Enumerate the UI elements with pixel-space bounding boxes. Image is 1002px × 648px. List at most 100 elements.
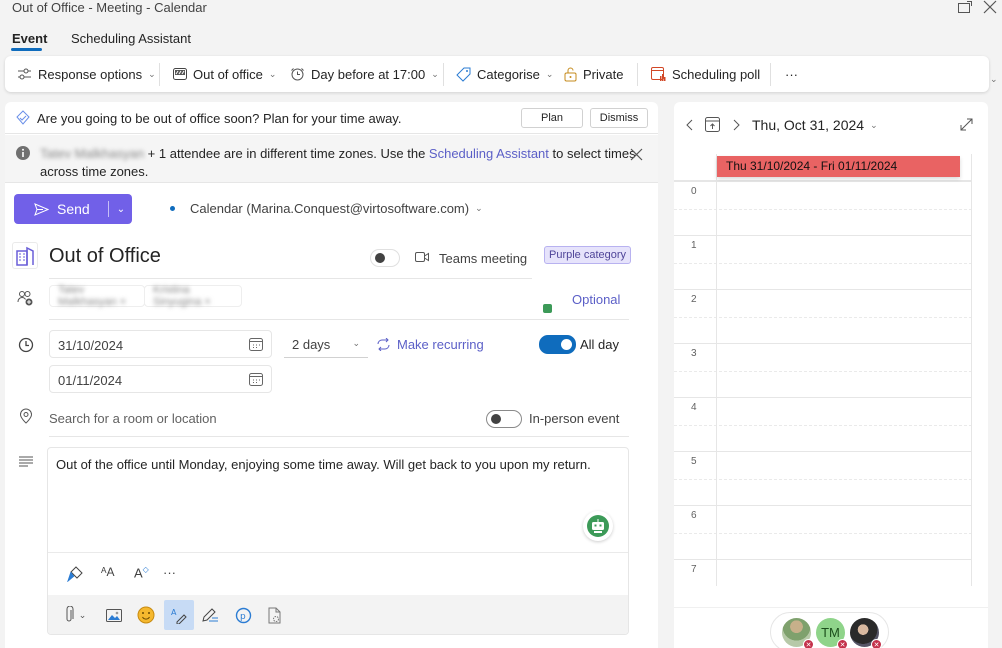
half-hour-line — [674, 479, 971, 480]
close-icon[interactable] — [630, 148, 643, 161]
font-size-icon[interactable]: ᴬA — [101, 565, 114, 579]
hour-row[interactable]: 7 — [674, 559, 971, 586]
duration-dropdown[interactable]: 2 days ⌄ — [284, 330, 368, 358]
svg-text:p: p — [240, 612, 246, 622]
hour-row[interactable]: 6 — [674, 505, 971, 559]
hour-row[interactable]: 4 — [674, 397, 971, 451]
calendar-select[interactable]: Calendar (Marina.Conquest@virtosoftware.… — [190, 201, 483, 216]
avatar[interactable]: ✕ — [782, 618, 814, 648]
ribbon-toolbar: Response options ⌄ Out of office ⌄ Day bef… — [5, 56, 989, 92]
insert-file-button[interactable] — [263, 603, 287, 627]
more-formatting-button[interactable]: ··· — [163, 565, 176, 580]
calendar-icon[interactable] — [249, 338, 263, 351]
building-icon — [16, 246, 34, 266]
teams-meeting-label: Teams meeting — [439, 251, 528, 266]
event-type-icon[interactable] — [12, 242, 38, 269]
sliders-icon — [18, 68, 31, 80]
end-date-input[interactable]: 01/11/2024 — [49, 365, 272, 393]
popout-icon[interactable] — [958, 1, 972, 13]
hour-label: 5 — [691, 456, 697, 467]
all-day-label: All day — [580, 337, 620, 352]
more-options-button[interactable]: ··· — [785, 56, 798, 92]
divider — [443, 63, 444, 86]
half-hour-line — [674, 263, 971, 264]
half-hour-line — [674, 371, 971, 372]
text-lines-icon — [19, 456, 33, 467]
toolbar-expand-chevron-icon[interactable]: ⌄ — [990, 74, 998, 85]
event-title-input[interactable]: Out of Office — [49, 245, 161, 268]
start-date-input[interactable]: 31/10/2024 — [49, 330, 272, 358]
chevron-left-icon[interactable] — [686, 119, 694, 131]
categorise-button[interactable]: Categorise ⌄ — [456, 56, 553, 92]
teams-meeting-toggle[interactable] — [370, 249, 400, 267]
divider — [49, 319, 629, 320]
text-grow-icon[interactable]: A◇ — [134, 565, 149, 580]
hour-row[interactable]: 0 — [674, 181, 971, 235]
attendee-chip[interactable]: Kristina Sinyugina × — [144, 284, 242, 308]
robot-icon — [587, 515, 609, 537]
scheduling-poll-button[interactable]: Scheduling poll — [651, 56, 760, 92]
avatar[interactable]: ✕ — [850, 618, 882, 648]
chevron-right-icon[interactable] — [732, 119, 740, 131]
hour-row[interactable]: 5 — [674, 451, 971, 505]
body-editor: Out of the office until Monday, enjoying… — [47, 447, 629, 635]
chevron-down-icon: ⌄ — [78, 609, 87, 620]
tag-icon — [456, 67, 471, 82]
tab-scheduling-assistant[interactable]: Scheduling Assistant — [71, 31, 191, 46]
plan-button[interactable]: Plan — [521, 108, 583, 128]
ai-assistant-button[interactable] — [583, 511, 613, 541]
spellcheck-icon: A — [171, 608, 187, 624]
divider — [770, 63, 771, 86]
body-text-area[interactable]: Out of the office until Monday, enjoying… — [56, 456, 606, 473]
make-recurring-button[interactable]: Make recurring — [376, 337, 484, 352]
emoji-button[interactable] — [134, 603, 158, 627]
go-to-today-icon[interactable] — [705, 117, 720, 132]
draw-button[interactable] — [198, 603, 222, 627]
attendee-chip[interactable]: Tatev Malkhasyan × — [49, 284, 145, 308]
clock-icon — [18, 337, 34, 353]
scheduling-assistant-link[interactable]: Scheduling Assistant — [429, 146, 549, 161]
attendee-avatar-group[interactable]: ✕ TM ✕ ✕ — [770, 612, 889, 648]
document-icon — [268, 607, 281, 623]
all-day-toggle[interactable] — [539, 335, 576, 354]
attach-file-button[interactable]: ⌄ — [58, 603, 92, 627]
in-person-event-toggle[interactable] — [486, 410, 522, 428]
tab-event[interactable]: Event — [12, 31, 47, 46]
all-day-event-block[interactable]: Thu 31/10/2024 - Fri 01/11/2024 — [717, 156, 960, 177]
hour-row[interactable]: 1 — [674, 235, 971, 289]
day-view-date-picker[interactable]: Thu, Oct 31, 2024 ⌄ — [752, 117, 878, 133]
reminder-dropdown[interactable]: Day before at 17:00 ⌄ — [290, 56, 439, 92]
editor-button[interactable]: A — [164, 600, 194, 630]
hour-row[interactable]: 3 — [674, 343, 971, 397]
timezone-banner: Tatev Malkhasyan + 1 attendee are in dif… — [5, 135, 658, 183]
chevron-down-icon: ⌄ — [475, 203, 483, 213]
category-badge[interactable]: Purple category — [544, 246, 632, 264]
close-icon[interactable] — [983, 0, 997, 14]
half-hour-line — [674, 425, 971, 426]
hour-label: 0 — [691, 186, 697, 197]
insert-picture-button[interactable] — [102, 603, 126, 627]
video-camera-icon — [415, 252, 429, 262]
hour-label: 1 — [691, 240, 697, 251]
send-options-chevron-icon[interactable]: ⌄ — [117, 204, 125, 215]
format-painter-icon[interactable] — [67, 566, 84, 582]
event-form: Are you going to be out of office soon? … — [5, 102, 658, 648]
hour-row[interactable]: 2 — [674, 289, 971, 343]
location-input[interactable]: Search for a room or location — [49, 411, 217, 426]
chevron-down-icon: ⌄ — [870, 119, 878, 130]
send-button[interactable]: Send ⌄ — [14, 194, 132, 224]
loop-button[interactable]: p — [231, 603, 255, 627]
private-button[interactable]: Private — [564, 56, 623, 92]
pen-icon — [202, 608, 218, 622]
show-as-dropdown[interactable]: Out of office ⌄ — [173, 56, 276, 92]
active-tab-indicator — [11, 48, 42, 51]
alarm-clock-icon — [291, 68, 304, 81]
avatar[interactable]: TM ✕ — [816, 618, 848, 648]
optional-attendees-link[interactable]: Optional — [572, 292, 620, 307]
format-toolbar: ᴬA A◇ ··· — [48, 553, 628, 595]
blurred-attendee-name: Tatev Malkhasyan — [40, 146, 145, 161]
dismiss-button[interactable]: Dismiss — [590, 108, 648, 128]
response-options-button[interactable]: Response options ⌄ — [17, 56, 156, 92]
calendar-icon[interactable] — [249, 373, 263, 386]
expand-icon[interactable] — [960, 118, 973, 131]
